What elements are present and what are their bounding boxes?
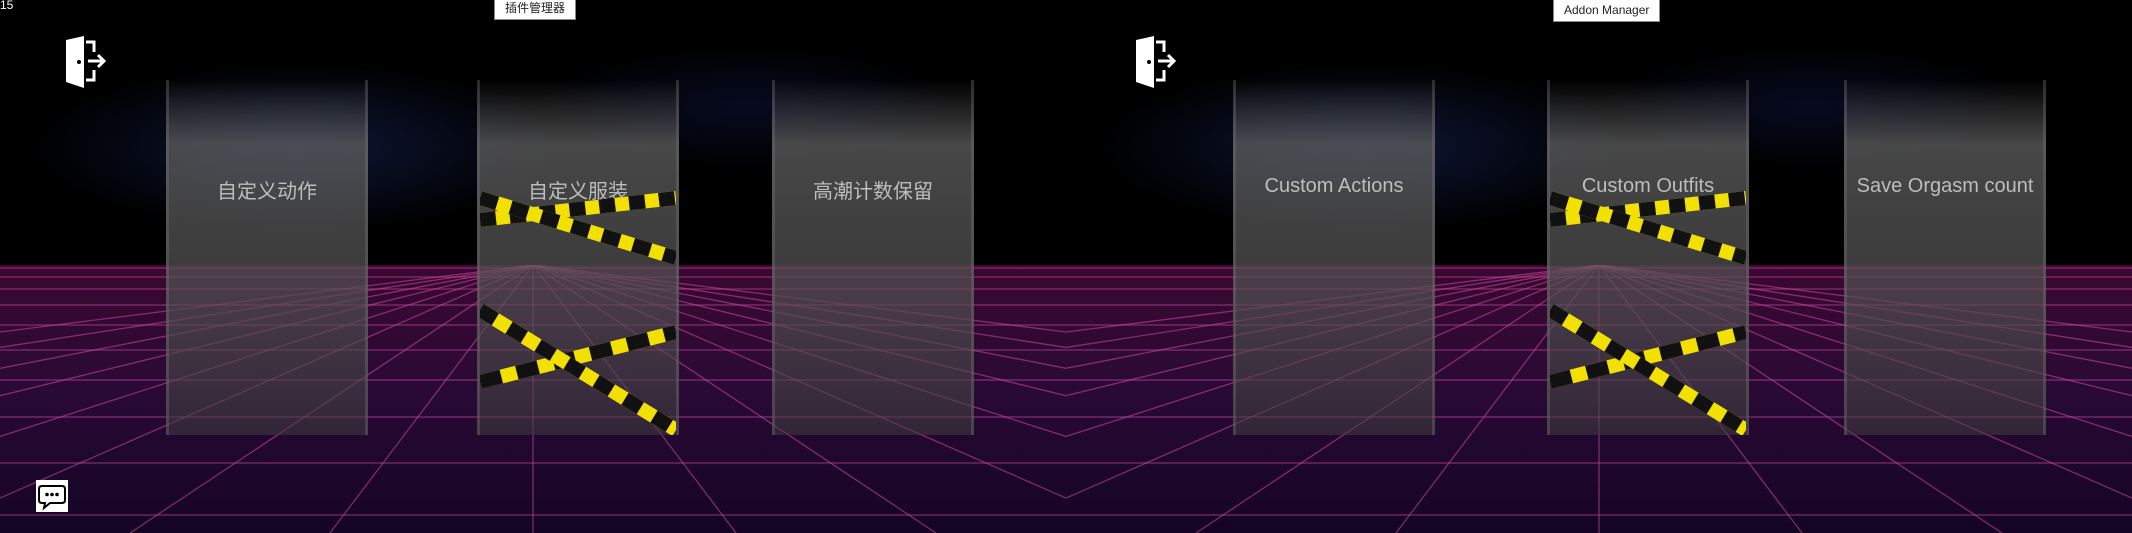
exit-door-icon[interactable]	[1132, 36, 1177, 88]
card-label: Custom Actions	[1264, 175, 1404, 197]
card-label: 高潮计数保留	[813, 181, 933, 203]
left-screen: 15 插件管理器 自定义动作 自定义服装 高潮计数保留	[0, 0, 1066, 533]
card-save-orgasm-count[interactable]: Save Orgasm count	[1844, 80, 2046, 435]
card-save-orgasm-count[interactable]: 高潮计数保留	[772, 80, 974, 435]
caution-tape-blocked-icon	[1550, 191, 1746, 435]
right-screen: Addon Manager Custom Actions Custom Outf…	[1066, 0, 2132, 533]
card-custom-actions[interactable]: Custom Actions	[1233, 80, 1435, 435]
card-custom-outfits[interactable]: Custom Outfits	[1547, 80, 1749, 435]
exit-door-icon[interactable]	[62, 36, 107, 88]
fps-counter: 15	[0, 0, 14, 12]
addon-manager-button[interactable]: Addon Manager	[1553, 0, 1661, 22]
chat-bubble-icon[interactable]	[36, 480, 68, 512]
card-label: Save Orgasm count	[1856, 175, 2034, 197]
card-custom-actions[interactable]: 自定义动作	[166, 80, 368, 435]
addon-manager-button[interactable]: 插件管理器	[494, 0, 577, 20]
caution-tape-blocked-icon	[480, 191, 676, 435]
card-label: 自定义动作	[217, 181, 317, 203]
card-custom-outfits[interactable]: 自定义服装	[477, 80, 679, 435]
